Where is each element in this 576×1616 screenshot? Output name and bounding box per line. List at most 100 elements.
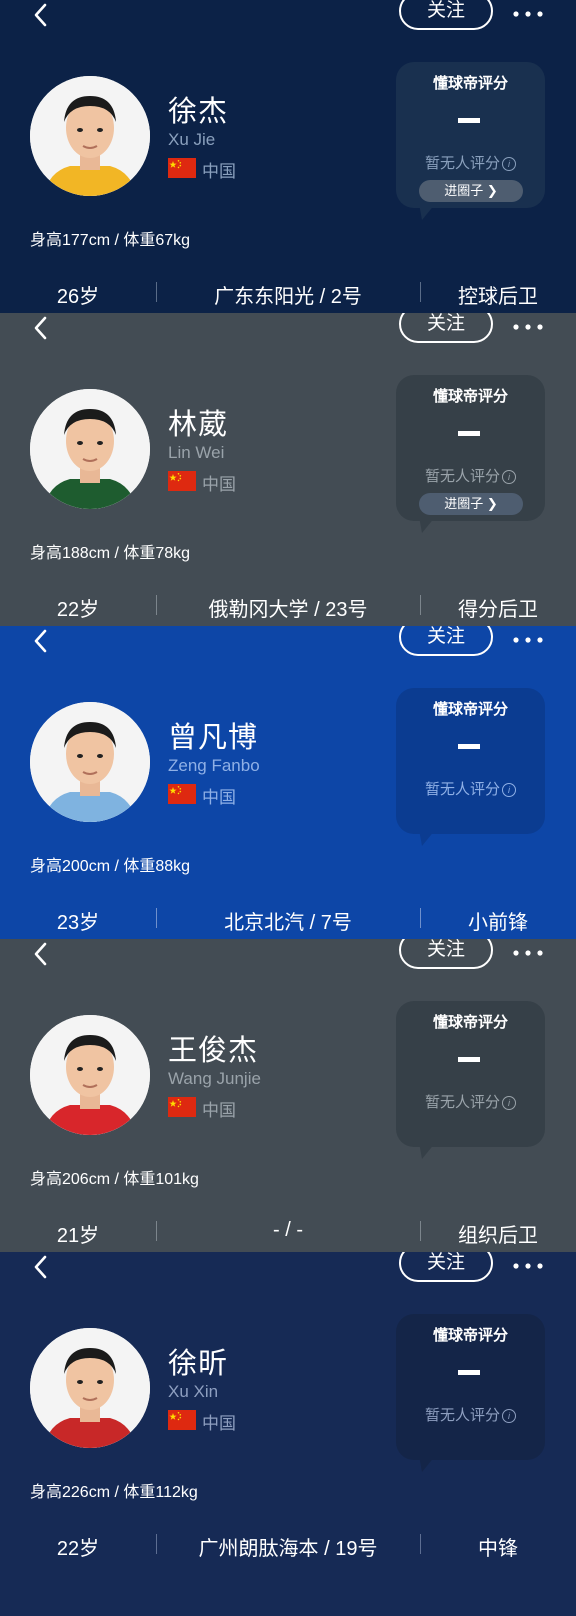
more-button[interactable] (510, 315, 546, 339)
rating-title: 懂球帝评分 (432, 1327, 508, 1344)
player-age: 23岁 (56, 912, 100, 934)
team-logo (116, 1097, 156, 1133)
info-icon[interactable]: i (502, 157, 516, 171)
chevron-left-icon (34, 942, 47, 966)
back-button[interactable] (28, 628, 54, 654)
player-card-list: 关注 徐杰 Xu Jie 中国 身高177cm / 体重67kg 懂球帝评分 暂… (0, 0, 576, 1616)
rating-title: 懂球帝评分 (432, 701, 508, 718)
follow-button[interactable]: 关注 (399, 939, 493, 969)
chevron-right-icon: ❯ (486, 496, 498, 511)
player-team-number: 俄勒冈大学 / 23号 (208, 599, 368, 621)
player-country: 中国 (202, 475, 236, 494)
rating-title: 懂球帝评分 (432, 1014, 508, 1031)
no-rating-text: 暂无人评分 i (396, 1404, 545, 1425)
more-dots-icon (513, 950, 543, 956)
rating-panel: 懂球帝评分 暂无人评分 i (396, 1001, 545, 1147)
more-dots-icon (513, 11, 543, 17)
team-logo (116, 471, 156, 507)
more-button[interactable] (510, 2, 546, 26)
player-card: 关注 王俊杰 Wang Junjie 中国 身高206cm / 体重101kg … (0, 939, 576, 1252)
height-weight: 身高177cm / 体重67kg (30, 232, 191, 249)
chevron-right-icon: ❯ (486, 183, 498, 198)
team-logo (116, 158, 156, 194)
chevron-left-icon (34, 1255, 47, 1279)
player-age: 26岁 (56, 286, 100, 308)
info-icon[interactable]: i (502, 1409, 516, 1423)
enter-circle-label: 进圈子 (444, 183, 484, 198)
player-name: 徐杰 (168, 96, 229, 128)
no-rating-label: 暂无人评分 (424, 1407, 500, 1424)
no-rating-text: 暂无人评分 i (396, 778, 545, 799)
no-rating-text: 暂无人评分 i (396, 465, 545, 486)
player-name-pinyin: Xu Jie (168, 130, 216, 149)
more-button[interactable] (510, 628, 546, 652)
player-card: 关注 曾凡博 Zeng Fanbo 中国 身高200cm / 体重88kg 懂球… (0, 626, 576, 939)
more-button[interactable] (510, 941, 546, 965)
player-team-number: 广州朗肽海本 / 19号 (198, 1538, 378, 1560)
height-weight: 身高206cm / 体重101kg (30, 1171, 199, 1188)
enter-circle-label: 进圈子 (444, 496, 484, 511)
follow-button[interactable]: 关注 (399, 626, 493, 656)
chevron-left-icon (34, 629, 47, 653)
player-name-pinyin: Zeng Fanbo (168, 756, 260, 775)
rating-score-placeholder (458, 118, 480, 123)
player-name-pinyin: Wang Junjie (168, 1069, 261, 1088)
more-button[interactable] (510, 1254, 546, 1278)
player-position: 中锋 (478, 1538, 518, 1560)
follow-button[interactable]: 关注 (399, 1252, 493, 1282)
follow-button[interactable]: 关注 (399, 313, 493, 343)
player-team-number: - / - (273, 1219, 303, 1241)
player-country: 中国 (202, 1101, 236, 1120)
more-dots-icon (513, 324, 543, 330)
rating-panel: 懂球帝评分 暂无人评分 i 进圈子 ❯ (396, 375, 545, 521)
player-team-number: 广东东阳光 / 2号 (214, 286, 362, 308)
back-button[interactable] (28, 941, 54, 967)
follow-button[interactable]: 关注 (399, 0, 493, 30)
player-card: 关注 徐杰 Xu Jie 中国 身高177cm / 体重67kg 懂球帝评分 暂… (0, 0, 576, 313)
chevron-left-icon (34, 316, 47, 340)
player-country: 中国 (202, 1414, 236, 1433)
china-flag-icon (168, 158, 196, 178)
height-weight: 身高188cm / 体重78kg (30, 545, 191, 562)
more-dots-icon (513, 1263, 543, 1269)
player-name: 徐昕 (168, 1348, 229, 1380)
rating-title: 懂球帝评分 (432, 75, 508, 92)
player-position: 小前锋 (468, 912, 528, 934)
no-rating-label: 暂无人评分 (424, 781, 500, 798)
rating-score-placeholder (458, 744, 480, 749)
player-position: 组织后卫 (458, 1225, 538, 1247)
player-summary-bar: 26岁 广东东阳光 / 2号 控球后卫 (0, 276, 576, 310)
info-icon[interactable]: i (502, 1096, 516, 1110)
rating-score-placeholder (458, 1370, 480, 1375)
rating-title: 懂球帝评分 (432, 388, 508, 405)
player-age: 21岁 (56, 1225, 100, 1247)
player-country: 中国 (202, 162, 236, 181)
chevron-left-icon (34, 3, 47, 27)
player-summary-bar: 22岁 广州朗肽海本 / 19号 中锋 (0, 1528, 576, 1562)
rating-panel: 懂球帝评分 暂无人评分 i (396, 1314, 545, 1460)
china-flag-icon (168, 1097, 196, 1117)
back-button[interactable] (28, 2, 54, 28)
player-position: 控球后卫 (458, 286, 538, 308)
height-weight: 身高200cm / 体重88kg (30, 858, 191, 875)
no-rating-label: 暂无人评分 (424, 155, 500, 172)
rating-panel: 懂球帝评分 暂无人评分 i 进圈子 ❯ (396, 62, 545, 208)
china-flag-icon (168, 1410, 196, 1430)
enter-circle-button[interactable]: 进圈子 ❯ (419, 180, 523, 202)
china-flag-icon (168, 471, 196, 491)
back-button[interactable] (28, 1254, 54, 1280)
back-button[interactable] (28, 315, 54, 341)
info-icon[interactable]: i (502, 783, 516, 797)
no-rating-text: 暂无人评分 i (396, 152, 545, 173)
player-position: 得分后卫 (458, 599, 538, 621)
no-rating-label: 暂无人评分 (424, 1094, 500, 1111)
player-name: 林葳 (168, 409, 229, 441)
enter-circle-button[interactable]: 进圈子 ❯ (419, 493, 523, 515)
team-logo (116, 1410, 156, 1446)
player-team-number: 北京北汽 / 7号 (224, 912, 352, 934)
player-name-pinyin: Xu Xin (168, 1382, 219, 1401)
height-weight: 身高226cm / 体重112kg (30, 1484, 198, 1501)
info-icon[interactable]: i (502, 470, 516, 484)
team-logo (116, 784, 156, 820)
player-summary-bar: 22岁 俄勒冈大学 / 23号 得分后卫 (0, 589, 576, 623)
